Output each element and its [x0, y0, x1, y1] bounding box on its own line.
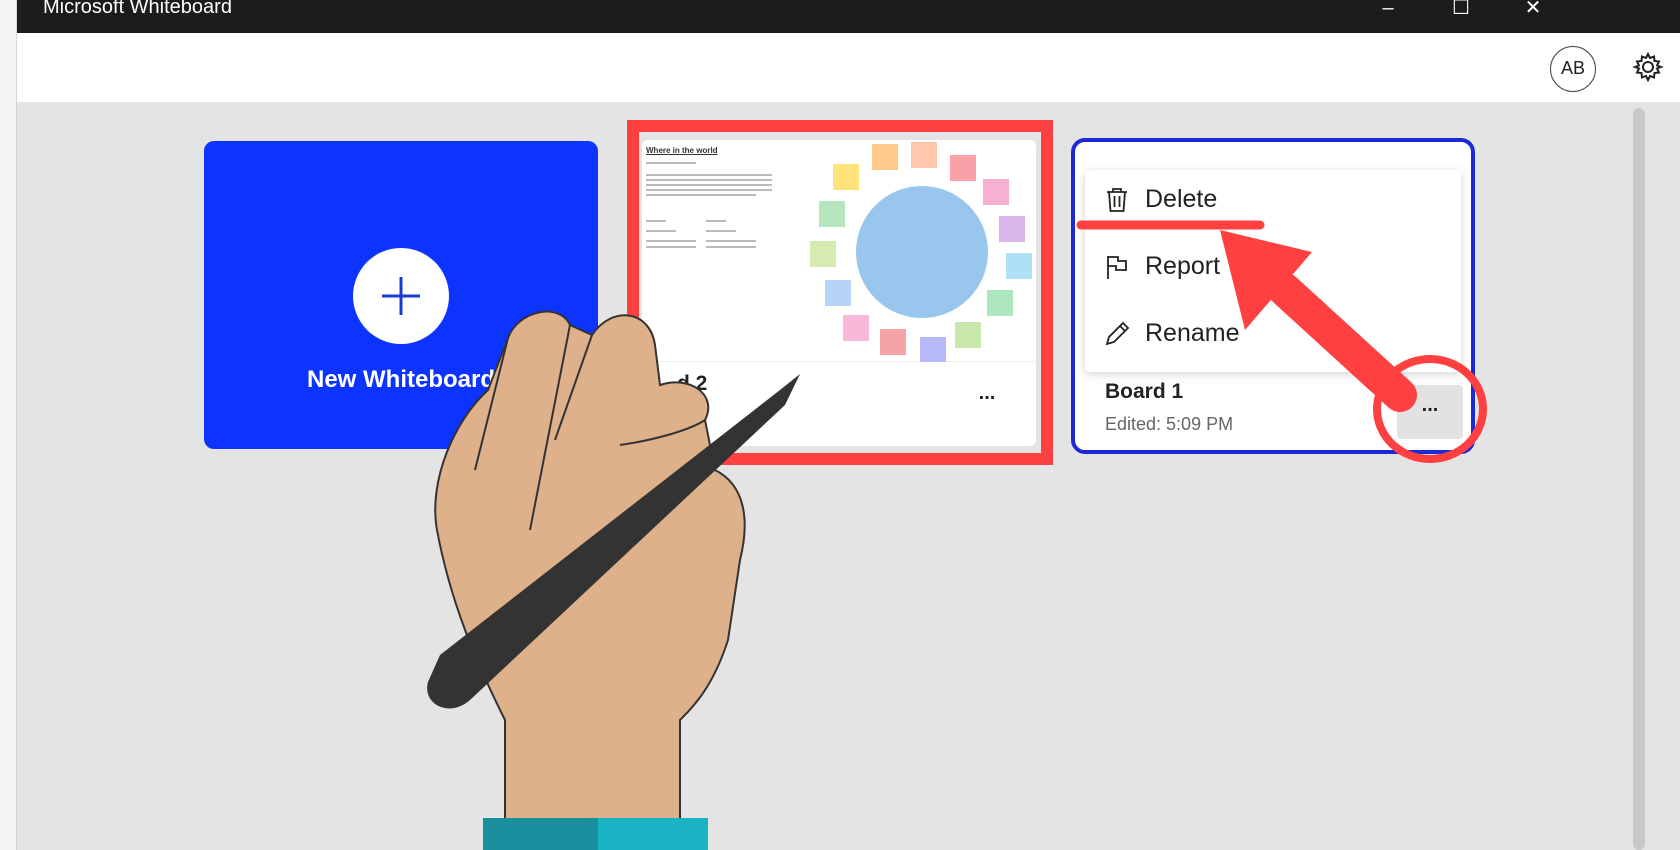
sleeve-cuff — [483, 818, 598, 850]
hand-pen-illustration — [427, 310, 800, 850]
whiteboard-window: Microsoft Whiteboard – ☐ ✕ AB New Whiteb… — [0, 0, 1680, 850]
